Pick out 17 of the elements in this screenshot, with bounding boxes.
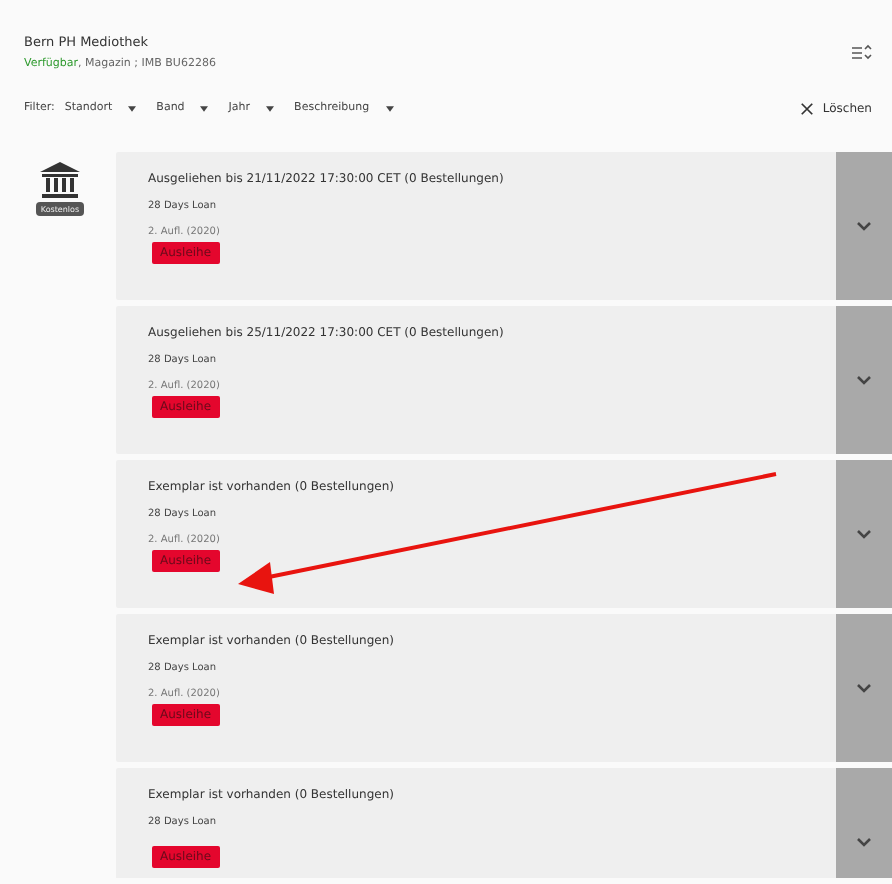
sort-icon[interactable] [852,42,872,62]
chevron-down-icon [856,682,872,694]
caret-down-icon [385,105,394,111]
caret-down-icon [128,105,137,111]
caret-down-icon [200,105,209,111]
expand-button[interactable] [836,768,892,878]
chevron-down-icon [856,528,872,540]
expand-button[interactable] [836,614,892,762]
chevron-down-icon [856,836,872,848]
caret-down-icon [266,105,275,111]
chevron-down-icon [856,374,872,386]
expand-button[interactable] [836,460,892,608]
chevron-down-icon [856,220,872,232]
expand-button[interactable] [836,152,892,300]
close-icon [800,101,815,115]
expand-button[interactable] [836,306,892,454]
library-building-icon [38,160,82,200]
